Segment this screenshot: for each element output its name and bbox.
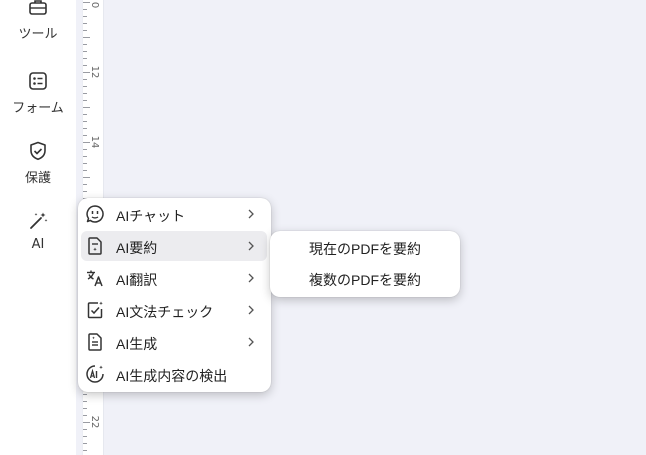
submenu-item-summarize-current-pdf[interactable]: 現在のPDFを要約 (270, 234, 460, 264)
magic-wand-icon (30, 212, 48, 229)
menu-item-label: AI要約 (116, 240, 158, 256)
ai-menu: AIチャット AI要約 AI翻訳 AI文法チェック AI生成 AI生成内容の検出 (78, 198, 271, 392)
menu-item-label: AI文法チェック (116, 304, 214, 320)
sidebar-item-label: ツール (18, 27, 58, 42)
menu-item-label: AI翻訳 (116, 272, 158, 288)
chevron-right-icon (248, 305, 254, 315)
chat-bubble-icon (86, 205, 104, 223)
sidebar-item-label: 保護 (24, 171, 51, 186)
left-sidebar: ツール フォーム 保護 AI (0, 0, 76, 455)
summary-doc-icon (88, 237, 102, 255)
grammar-check-icon (87, 301, 103, 319)
menu-item-ai-grammar[interactable]: AI文法チェック (81, 295, 267, 325)
chevron-right-icon (248, 273, 254, 283)
sidebar-item-label: AI (31, 237, 45, 252)
generate-doc-icon (88, 333, 102, 351)
submenu-item-summarize-multiple-pdfs[interactable]: 複数のPDFを要約 (270, 265, 460, 295)
sidebar-item-ai[interactable]: AI (0, 210, 76, 252)
toolbox-icon (29, 0, 47, 15)
menu-item-ai-chat[interactable]: AIチャット (81, 199, 267, 229)
menu-item-label: AI生成内容の検出 (116, 368, 228, 384)
shield-icon (30, 141, 46, 161)
chevron-right-icon (248, 241, 254, 251)
menu-item-ai-detect[interactable]: AI生成内容の検出 (81, 359, 267, 389)
ruler-label: 14 (89, 135, 100, 149)
ai-summary-submenu: 現在のPDFを要約 複数のPDFを要約 (270, 231, 460, 297)
menu-item-label: AI生成 (116, 336, 158, 352)
ruler-label: 22 (89, 415, 100, 429)
ai-detect-icon (86, 365, 104, 383)
chevron-right-icon (248, 337, 254, 347)
chevron-right-icon (248, 209, 254, 219)
translate-icon (87, 270, 103, 287)
sidebar-item-protect[interactable]: 保護 (0, 140, 76, 186)
form-icon (29, 72, 47, 90)
ruler-label: 12 (89, 65, 100, 79)
sidebar-item-label: フォーム (12, 101, 64, 116)
menu-item-ai-translate[interactable]: AI翻訳 (81, 263, 267, 293)
menu-item-ai-generate[interactable]: AI生成 (81, 327, 267, 357)
menu-item-ai-summary[interactable]: AI要約 (81, 231, 267, 261)
sidebar-item-tools[interactable]: ツール (0, 0, 76, 42)
sidebar-item-form[interactable]: フォーム (0, 70, 76, 116)
ruler-label: 0 (89, 1, 100, 9)
menu-item-label: AIチャット (116, 208, 186, 224)
